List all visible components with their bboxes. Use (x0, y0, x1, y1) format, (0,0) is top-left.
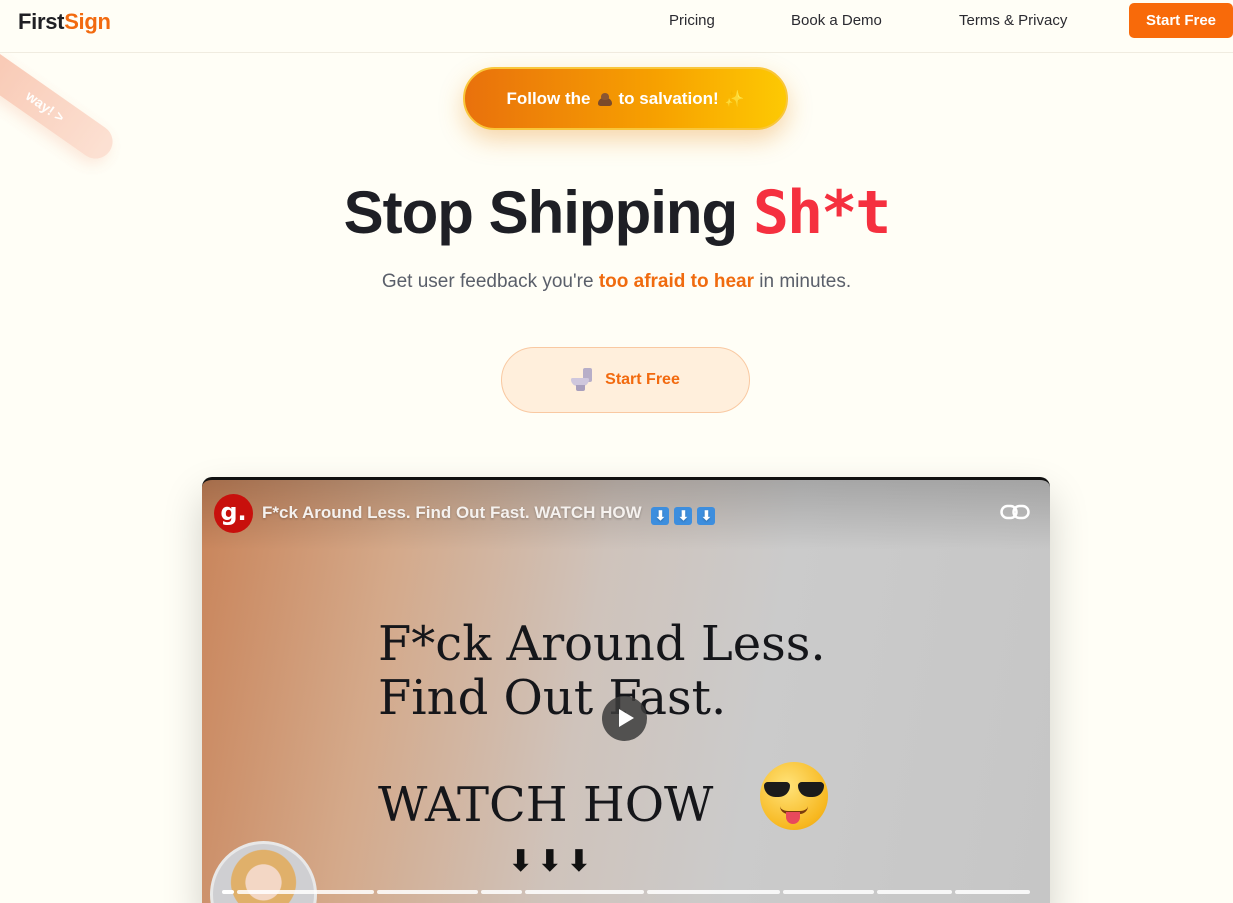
promo-pill-button[interactable]: Follow the to salvation! ✨ (463, 67, 788, 130)
down-arrow-icon: ⬇ (697, 507, 716, 525)
logo-first: First (18, 9, 65, 34)
chapter-segment[interactable] (955, 890, 1030, 894)
hero-cta-label: Start Free (605, 371, 680, 388)
down-arrow-icon: ⬇ (651, 507, 670, 525)
poop-icon (597, 92, 613, 106)
subtitle-highlight: too afraid to hear (598, 271, 754, 292)
corner-ribbon[interactable]: way! > (0, 40, 120, 166)
sunglasses-emoji-icon (760, 762, 828, 830)
chapter-segment[interactable] (877, 890, 953, 894)
video-headline: F*ck Around Less. Find Out Fast. (378, 617, 826, 725)
chapter-segment[interactable] (782, 890, 875, 894)
chapter-segment[interactable] (646, 890, 780, 894)
video-headline-line1: F*ck Around Less. (378, 616, 826, 672)
video-player[interactable]: g. F*ck Around Less. Find Out Fast. WATC… (202, 477, 1050, 903)
landing-page: way! > FirstSign Pricing Book a Demo Ter… (0, 0, 1233, 903)
nav-pricing[interactable]: Pricing (669, 12, 715, 29)
video-chapter-progress[interactable] (222, 890, 1030, 894)
down-arrows-icon: ⬇⬇⬇ (508, 844, 596, 879)
video-title[interactable]: F*ck Around Less. Find Out Fast. WATCH H… (262, 503, 716, 525)
logo-second: Sign (64, 9, 111, 34)
header-start-free-button[interactable]: Start Free (1129, 3, 1233, 38)
copy-link-icon[interactable] (1000, 500, 1030, 524)
logo[interactable]: FirstSign (18, 9, 111, 35)
site-header: FirstSign Pricing Book a Demo Terms & Pr… (0, 0, 1233, 53)
promo-text-before: Follow the (506, 88, 591, 108)
hero-title-main: Stop Shipping (343, 179, 739, 246)
nav-book-demo[interactable]: Book a Demo (791, 12, 882, 29)
video-title-text: F*ck Around Less. Find Out Fast. WATCH H… (262, 503, 642, 522)
chapter-segment[interactable] (481, 890, 523, 894)
sparkle-icon: ✨ (724, 90, 745, 108)
subtitle-before: Get user feedback you're (381, 271, 594, 292)
hero-subtitle: Get user feedback you're too afraid to h… (0, 271, 1233, 293)
down-arrow-icon: ⬇ (674, 507, 693, 525)
hero-title-accent: Sh*t (752, 178, 891, 248)
promo-text-after: to salvation! (618, 88, 719, 108)
nav-terms-privacy[interactable]: Terms & Privacy (959, 12, 1067, 29)
chapter-segment[interactable] (525, 890, 644, 894)
toilet-icon (571, 368, 593, 392)
subtitle-after: in minutes. (759, 271, 852, 292)
chapter-segment[interactable] (236, 890, 374, 894)
chapter-segment[interactable] (376, 890, 479, 894)
hero-title: Stop Shipping Sh*t (0, 178, 1233, 248)
play-button[interactable] (602, 696, 647, 741)
chapter-segment[interactable] (222, 890, 234, 894)
channel-logo[interactable]: g. (214, 494, 253, 533)
video-watch-text: WATCH HOW (378, 777, 714, 833)
hero-start-free-button[interactable]: Start Free (501, 347, 750, 413)
